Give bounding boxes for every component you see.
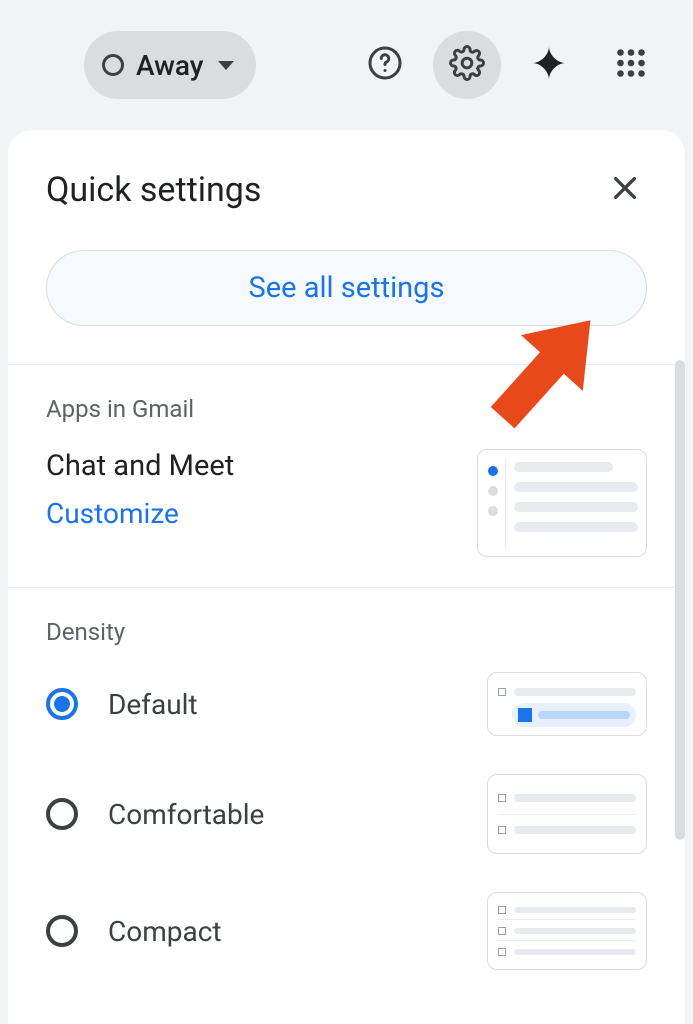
status-label: Away — [136, 49, 204, 82]
density-option-comfortable[interactable]: Comfortable — [46, 774, 647, 854]
see-all-settings-label: See all settings — [249, 271, 445, 305]
close-icon — [609, 172, 641, 208]
density-option-default[interactable]: Default — [46, 672, 647, 736]
apps-section-title: Apps in Gmail — [46, 395, 647, 423]
sparkle-icon — [529, 43, 569, 87]
quick-settings-panel: Quick settings See all settings Apps in … — [8, 130, 685, 1024]
apps-section: Apps in Gmail Chat and Meet Customize — [8, 365, 685, 587]
apps-grid-icon — [613, 45, 649, 85]
density-section: Density Default Comfortable — [8, 588, 685, 1000]
help-icon — [367, 45, 403, 85]
density-option-compact[interactable]: Compact — [46, 892, 647, 970]
chat-meet-preview — [477, 449, 647, 557]
gear-icon — [449, 45, 485, 85]
panel-title: Quick settings — [46, 170, 261, 210]
status-away-icon — [102, 54, 124, 76]
density-preview-default — [487, 672, 647, 736]
density-label: Default — [108, 688, 198, 721]
status-chip[interactable]: Away — [84, 31, 256, 99]
top-bar: Away — [0, 0, 693, 130]
apps-button[interactable] — [597, 31, 665, 99]
radio-icon — [46, 798, 78, 830]
panel-header: Quick settings — [8, 130, 685, 242]
customize-link[interactable]: Customize — [46, 497, 234, 530]
density-preview-comfortable — [487, 774, 647, 854]
sparkle-button[interactable] — [515, 31, 583, 99]
chat-meet-label: Chat and Meet — [46, 449, 234, 483]
close-button[interactable] — [603, 168, 647, 212]
scrollbar[interactable] — [675, 360, 685, 840]
density-section-title: Density — [46, 618, 647, 646]
radio-icon — [46, 915, 78, 947]
settings-button[interactable] — [433, 31, 501, 99]
chevron-down-icon — [218, 61, 234, 70]
density-label: Compact — [108, 915, 222, 948]
radio-selected-icon — [46, 688, 78, 720]
density-preview-compact — [487, 892, 647, 970]
see-all-settings-button[interactable]: See all settings — [46, 250, 647, 326]
help-button[interactable] — [351, 31, 419, 99]
density-label: Comfortable — [108, 798, 264, 831]
